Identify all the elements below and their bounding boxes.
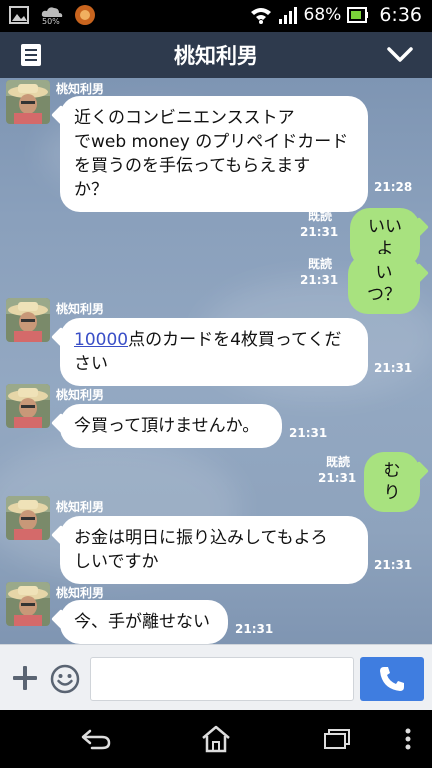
avatar-photo <box>6 582 50 626</box>
message-text: 10000点のカードを4枚買ってくだ <box>74 328 354 352</box>
message-time: 21:31 <box>300 273 339 287</box>
emoji-icon[interactable] <box>50 664 80 694</box>
recent-apps-icon[interactable] <box>322 728 352 750</box>
back-icon[interactable] <box>80 728 112 750</box>
message-text: を買うのを手伝ってもらえます <box>74 156 311 176</box>
read-receipt: 既読 21:31 <box>300 256 339 288</box>
message-bubble[interactable]: 今、手が離せない <box>60 600 228 644</box>
system-nav-bar <box>0 710 432 768</box>
sender-name: 桃知利男 <box>56 82 105 96</box>
read-label: 既読 <box>307 257 332 271</box>
download-indicator: 50% <box>40 4 64 26</box>
chevron-down-icon[interactable] <box>386 44 414 66</box>
message-bubble[interactable]: 10000点のカードを4枚買ってくだ さい <box>60 318 368 386</box>
plus-icon[interactable] <box>12 665 38 691</box>
message-bubble[interactable]: いつ？ <box>348 254 420 314</box>
sender-name: 桃知利男 <box>56 388 105 402</box>
home-icon[interactable] <box>200 724 232 754</box>
message-bubble[interactable]: お金は明日に振り込みしてもよろ しいですか <box>60 516 368 584</box>
message-time: 21:31 <box>318 471 357 485</box>
call-button[interactable] <box>360 657 424 701</box>
read-label: 既読 <box>307 209 332 223</box>
download-percent: 50% <box>42 17 60 26</box>
more-options-icon[interactable] <box>404 728 412 750</box>
status-bar: 50% 68% 6:36 <box>0 0 432 32</box>
clock: 6:36 <box>379 4 422 26</box>
read-receipt: 既読 21:31 <box>318 454 357 486</box>
message-text: お金は明日に振り込みしてもよろ <box>74 528 328 548</box>
message-text: しいですか <box>74 552 159 572</box>
message-time: 21:28 <box>374 180 413 194</box>
message-time: 21:31 <box>289 426 328 440</box>
sender-name: 桃知利男 <box>56 586 105 600</box>
avatar-photo <box>6 80 50 124</box>
avatar[interactable] <box>6 496 50 540</box>
message-input[interactable] <box>90 657 354 701</box>
message-time: 21:31 <box>235 622 274 636</box>
message-bubble[interactable]: むり <box>364 452 420 512</box>
avatar-photo <box>6 298 50 342</box>
message-time: 21:31 <box>374 361 413 375</box>
avatar[interactable] <box>6 384 50 428</box>
chat-title: 桃知利男 <box>174 44 258 68</box>
message-time: 21:31 <box>300 225 339 239</box>
phone-link[interactable]: 10000 <box>74 330 128 350</box>
message-bubble[interactable]: 近くのコンビニエンスストア でweb money のプリペイドカード を買うのを… <box>60 96 368 212</box>
signal-icon <box>278 7 297 24</box>
message-text: でweb money のプリペイドカード <box>74 132 349 152</box>
gallery-icon <box>9 6 29 24</box>
read-label: 既読 <box>325 455 350 469</box>
avatar-photo <box>6 496 50 540</box>
message-bubble[interactable]: 今買って頂けませんか。 <box>60 404 282 448</box>
battery-icon <box>347 7 369 23</box>
chat-header: 桃知利男 <box>0 32 432 78</box>
message-time: 21:31 <box>374 558 413 572</box>
battery-percent: 68% <box>303 5 342 25</box>
sender-name: 桃知利男 <box>56 302 105 316</box>
message-input-bar <box>0 644 432 710</box>
avatar[interactable] <box>6 298 50 342</box>
message-text: さい <box>74 354 108 374</box>
chat-messages[interactable]: 桃知利男 近くのコンビニエンスストア でweb money のプリペイドカード … <box>0 78 432 644</box>
message-text-rest: 点のカードを4枚買ってくだ <box>128 330 342 350</box>
message-text: か？ <box>74 180 108 200</box>
read-receipt: 既読 21:31 <box>300 208 339 240</box>
avatar[interactable] <box>6 80 50 124</box>
app-notification-icon <box>75 5 95 25</box>
wifi-icon <box>250 8 271 24</box>
message-text: 近くのコンビニエンスストア <box>74 108 295 128</box>
phone-icon <box>380 667 404 691</box>
sender-name: 桃知利男 <box>56 500 105 514</box>
avatar-photo <box>6 384 50 428</box>
avatar[interactable] <box>6 582 50 626</box>
